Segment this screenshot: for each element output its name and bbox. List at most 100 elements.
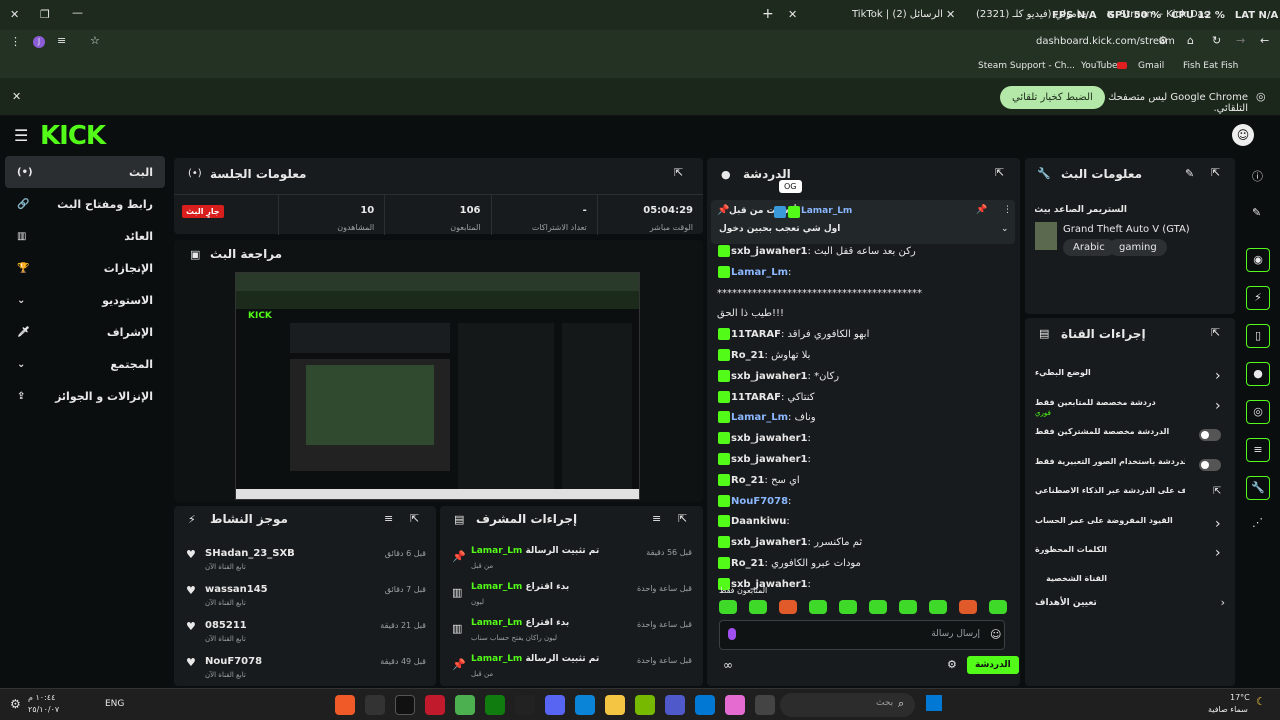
mod-action-user[interactable]: Lamar_Lm بدء اقتراع xyxy=(471,618,569,628)
teams-icon[interactable] xyxy=(665,695,685,715)
channel-action-item[interactable]: الوضع البطيء › xyxy=(1025,362,1235,392)
chat-username[interactable]: 11TARAF xyxy=(731,392,781,403)
emote-icon[interactable] xyxy=(959,600,977,614)
xbox-icon[interactable] xyxy=(485,695,505,715)
bookmark-fish[interactable]: Fish Eat Fish xyxy=(1183,61,1238,71)
outlook-icon[interactable] xyxy=(695,695,715,715)
emote-icon[interactable] xyxy=(839,600,857,614)
sidebar-item-5[interactable]: الإشراف 🗡 xyxy=(5,316,165,348)
filter-icon[interactable]: ≡ xyxy=(652,512,661,525)
minimize-icon[interactable]: — xyxy=(72,6,83,19)
bookmark-steam[interactable]: Steam Support - Ch... xyxy=(978,61,1075,71)
chat-username[interactable]: Lamar_Lm xyxy=(731,412,788,423)
expand-icon[interactable]: ⇱ xyxy=(410,512,419,525)
chat-username[interactable]: Ro_21 xyxy=(731,475,765,486)
pinned-user[interactable]: Lamar_Lm xyxy=(801,206,852,216)
sidebar-item-6[interactable]: المجتمع ⌄ xyxy=(5,348,165,380)
file-explorer-icon[interactable] xyxy=(605,695,625,715)
wrench-icon[interactable]: 🔧 xyxy=(1246,476,1270,500)
kick-logo[interactable]: KICK xyxy=(40,121,106,151)
chat-username[interactable]: sxb_jawaher1 xyxy=(731,371,808,382)
channel-action-item[interactable]: الدردشة مخصصة للمشتركين فقط xyxy=(1025,421,1235,451)
maximize-icon[interactable]: ❐ xyxy=(40,8,50,21)
tab-tiktok[interactable]: TikTok | الرسائل (2) xyxy=(852,9,943,20)
emote-icon[interactable] xyxy=(869,600,887,614)
home-icon[interactable]: ⌂ xyxy=(1187,34,1194,47)
emote-icon[interactable] xyxy=(929,600,947,614)
clock-date[interactable]: ٢٥/١٠/٠٧ xyxy=(28,705,59,714)
toggle-switch[interactable] xyxy=(1199,429,1221,441)
chat-send-button[interactable]: الدردشة xyxy=(967,656,1019,674)
chat-username[interactable]: Ro_21 xyxy=(731,558,765,569)
tag-gaming[interactable]: gaming xyxy=(1109,239,1167,256)
adobe-icon[interactable] xyxy=(425,695,445,715)
game-name[interactable]: Grand Theft Auto V (GTA) xyxy=(1063,224,1190,235)
reading-list-icon[interactable]: ≡ xyxy=(57,34,66,47)
chrome-icon[interactable] xyxy=(455,695,475,715)
settings-gear-icon[interactable]: ⚙ xyxy=(947,658,957,671)
mod-action-user[interactable]: Lamar_Lm تم تثبيت الرسالة xyxy=(471,546,599,556)
chat-username[interactable]: sxb_jawaher1 xyxy=(731,246,808,257)
share-icon[interactable]: ⋰ xyxy=(1252,516,1263,529)
sidebar-item-3[interactable]: الإنجازات 🏆 xyxy=(5,252,165,284)
channel-action-item[interactable]: الدردشة باستخدام الصور التعبيرية فقط xyxy=(1025,451,1235,481)
sidebar-item-4[interactable]: الاستوديو ⌄ xyxy=(5,284,165,316)
menu-dots-icon[interactable]: ⋮ xyxy=(10,35,21,48)
mod-action-user[interactable]: Lamar_Lm تم تثبيت الرسالة xyxy=(471,654,599,664)
nvidia-icon[interactable] xyxy=(635,695,655,715)
close-window-icon[interactable]: ✕ xyxy=(10,8,19,21)
sidebar-item-1[interactable]: رابط ومفتاح البث 🔗 xyxy=(5,188,165,220)
bookmark-star-icon[interactable]: ☆ xyxy=(90,34,100,47)
discord-icon[interactable] xyxy=(545,695,565,715)
edge-icon[interactable] xyxy=(575,695,595,715)
channel-action-item[interactable]: دردشة مخصصة للمتابعين فقط فوري › xyxy=(1025,392,1235,422)
sidebar-item-0[interactable]: البث (•) xyxy=(5,156,165,188)
expand-icon[interactable]: ⇱ xyxy=(674,166,683,179)
more-icon[interactable]: ⋮ xyxy=(1003,205,1012,215)
tag-arabic[interactable]: Arabic xyxy=(1063,239,1115,256)
emote-icon[interactable] xyxy=(749,600,767,614)
info-icon[interactable]: ⓘ xyxy=(1252,168,1263,184)
edit-icon[interactable]: ✎ xyxy=(1252,206,1261,219)
channel-action-item[interactable]: الإشراف على الدردشة عبر الذكاء الاصطناعي… xyxy=(1025,480,1235,510)
mic-icon[interactable] xyxy=(728,628,736,640)
chat-username[interactable]: Daankiwu xyxy=(731,516,786,527)
taskbar-search[interactable]: بحث ⌕ xyxy=(780,693,915,717)
emoji-icon[interactable]: ☺ xyxy=(990,628,1001,641)
mod-action-user[interactable]: Lamar_Lm بدء اقتراع xyxy=(471,582,569,592)
bookmark-youtube[interactable]: YouTube xyxy=(1081,61,1118,71)
set-goals-row[interactable]: تعيين الأهداف › xyxy=(1035,596,1225,609)
emote-icon[interactable] xyxy=(809,600,827,614)
camera-icon[interactable]: ◉ xyxy=(1246,248,1270,272)
site-settings-icon[interactable]: ⚙ xyxy=(1158,34,1168,47)
tab-close-icon[interactable]: ✕ xyxy=(946,8,955,21)
infinity-icon[interactable]: ∞ xyxy=(723,658,733,672)
set-default-button[interactable]: الضبط كخيار تلقائي xyxy=(1000,86,1105,109)
activity-user[interactable]: 085211 xyxy=(205,620,247,631)
channel-action-item[interactable]: الكلمات المحظورة › xyxy=(1025,539,1235,569)
sidebar-item-7[interactable]: الإنزالات و الجوائز ⇪ xyxy=(5,380,165,412)
url-text[interactable]: dashboard.kick.com/stream xyxy=(1036,36,1175,47)
activity-user[interactable]: wassan145 xyxy=(205,584,268,595)
sidebar-item-2[interactable]: العائد ▥ xyxy=(5,220,165,252)
close-infobar-icon[interactable]: ✕ xyxy=(12,90,21,103)
chat-username[interactable]: sxb_jawaher1 xyxy=(731,454,808,465)
edit-pencil-icon[interactable]: ✎ xyxy=(1185,167,1194,180)
chat-username[interactable]: Lamar_Lm xyxy=(731,267,788,278)
windows-start-icon[interactable] xyxy=(926,695,942,711)
chat-username[interactable]: NouF7078 xyxy=(731,496,788,507)
tiktok-icon[interactable] xyxy=(395,695,415,715)
tab-close-icon[interactable]: ✕ xyxy=(788,8,797,21)
user-avatar[interactable]: ☺ xyxy=(1232,124,1254,146)
stream-video-frame[interactable]: KICK xyxy=(235,272,640,500)
forward-icon[interactable]: → xyxy=(1236,34,1245,47)
copilot-icon[interactable] xyxy=(725,695,745,715)
widget-icon[interactable] xyxy=(755,695,775,715)
chat-input[interactable]: إرسال رسالة ☺ xyxy=(719,620,1005,650)
language-indicator[interactable]: ENG xyxy=(105,699,124,709)
signal-icon[interactable]: ◎ xyxy=(1246,400,1270,424)
new-tab-icon[interactable]: + xyxy=(762,6,774,22)
hamburger-menu-icon[interactable]: ☰ xyxy=(14,126,28,145)
expand-icon[interactable]: ⇱ xyxy=(1211,326,1220,339)
channel-action-item[interactable]: القيود المفروضة على عمر الحساب › xyxy=(1025,510,1235,540)
